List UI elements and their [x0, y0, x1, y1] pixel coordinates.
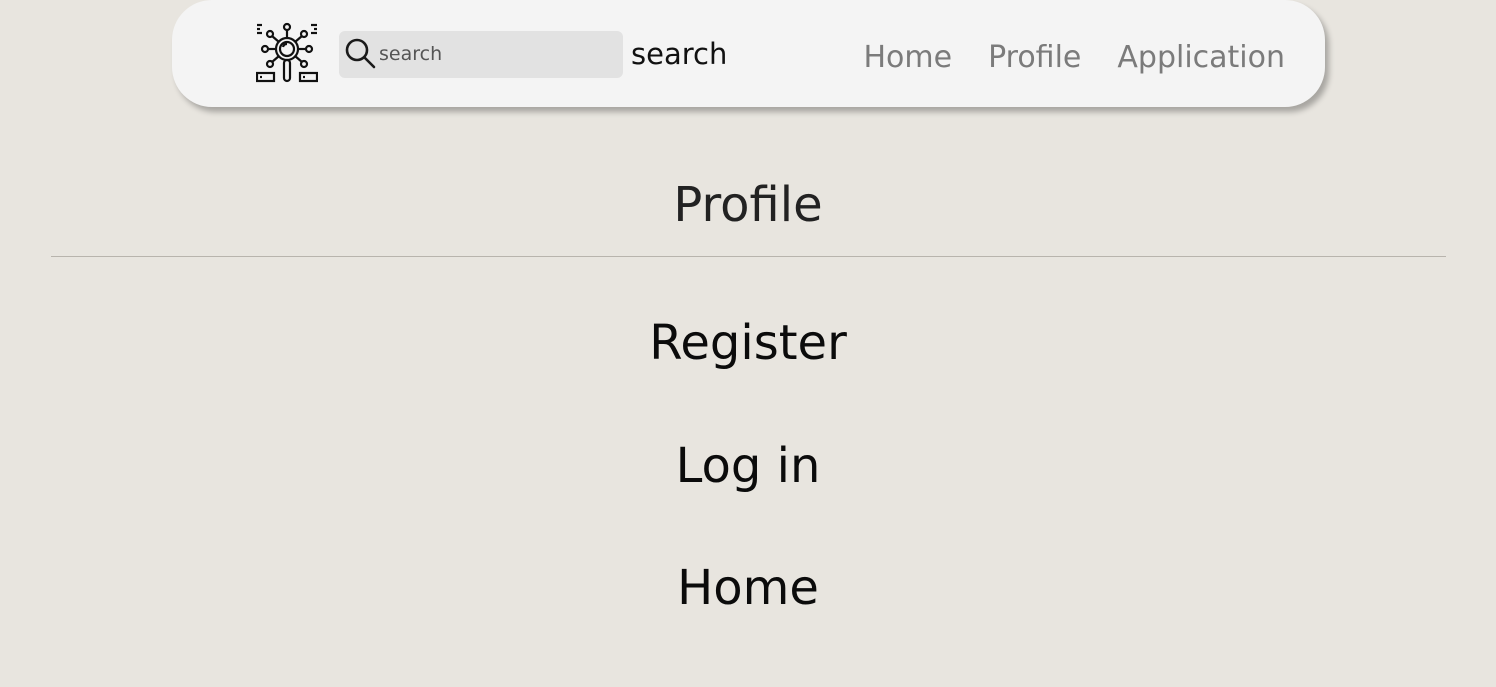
page-title: Profile: [673, 177, 823, 233]
register-link[interactable]: Register: [0, 310, 1496, 376]
search-button[interactable]: search: [631, 34, 727, 74]
home-link[interactable]: Home: [0, 555, 1496, 621]
nav-link-profile[interactable]: Profile: [988, 36, 1081, 80]
navbar: search Home Profile Application: [172, 0, 1325, 107]
search-box: [339, 31, 623, 78]
logo-link[interactable]: [255, 21, 319, 83]
main-nav: Home Profile Application: [864, 36, 1286, 80]
nav-link-application[interactable]: Application: [1117, 36, 1285, 80]
search-icon: [343, 36, 377, 70]
logo-icon: [255, 22, 319, 83]
login-link[interactable]: Log in: [0, 433, 1496, 499]
nav-link-home[interactable]: Home: [864, 36, 953, 80]
title-divider: [51, 256, 1446, 257]
search-input[interactable]: [379, 38, 615, 70]
